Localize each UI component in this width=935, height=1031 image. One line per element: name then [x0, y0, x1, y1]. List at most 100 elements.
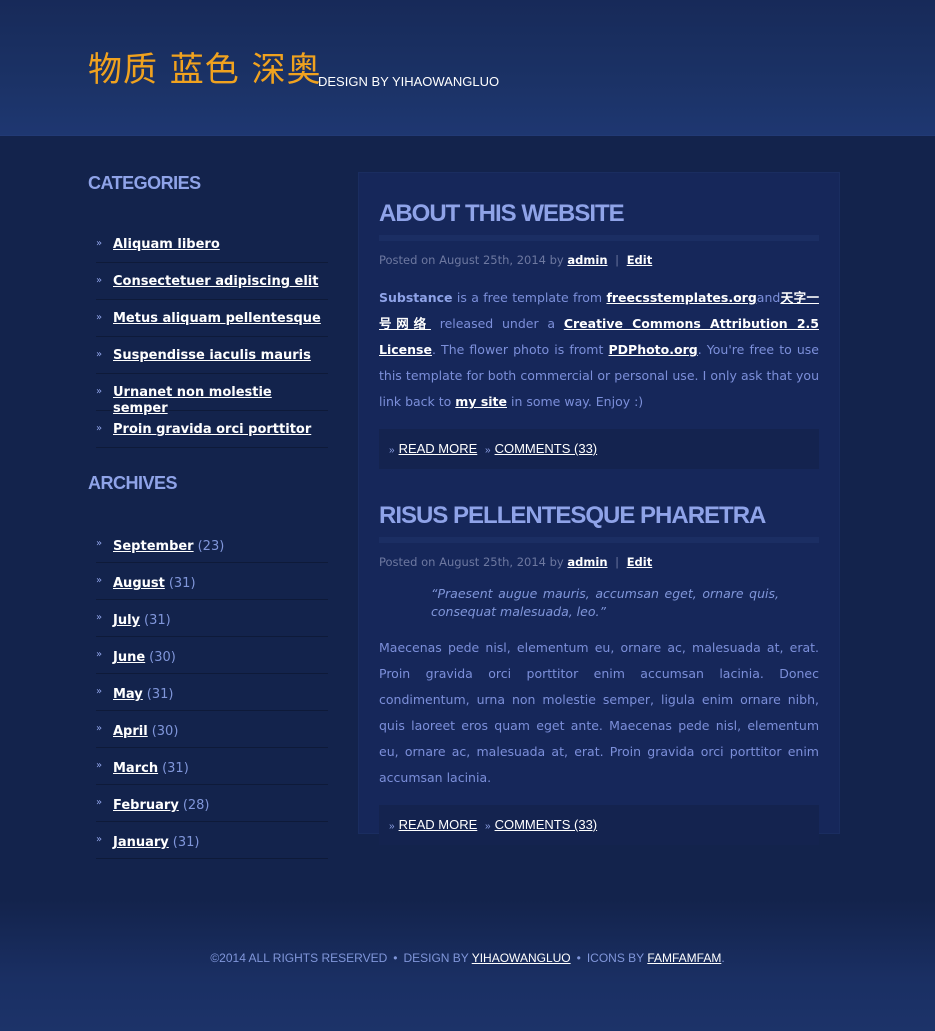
post-meta: Posted on August 25th, 2014 by admin | E… [379, 555, 819, 569]
archive-link[interactable]: June [113, 650, 145, 665]
post-actions: » READ MORE » COMMENTS (33) [379, 429, 819, 469]
post-risus: RISUS PELLENTESQUE PHARETRA Posted on Au… [379, 501, 819, 845]
bullet-icon: » [96, 386, 103, 397]
edit-link[interactable]: Edit [627, 253, 653, 267]
title-divider [379, 537, 819, 543]
footer-end: . [721, 951, 725, 965]
category-link[interactable]: Consectetuer adipiscing elit [113, 274, 318, 290]
archive-link[interactable]: March [113, 761, 158, 776]
archive-count: (28) [182, 798, 210, 813]
body-text: and [756, 290, 781, 305]
post-title[interactable]: RISUS PELLENTESQUE PHARETRA [379, 501, 819, 531]
archive-link[interactable]: April [113, 724, 148, 739]
list-item: » September (23) [96, 526, 328, 563]
copyright: ©2014 ALL RIGHTS RESERVED [210, 951, 388, 965]
bullet-icon: » [96, 575, 103, 586]
archive-count: (31) [168, 576, 196, 591]
meta-separator: | [615, 555, 620, 569]
list-item: » Proin gravida orci porttitor [96, 411, 328, 448]
archive-count: (31) [146, 687, 174, 702]
list-item: » Consectetuer adipiscing elit [96, 263, 328, 300]
comments-link[interactable]: COMMENTS (33) [495, 441, 598, 456]
read-more-action: » READ MORE [389, 442, 477, 458]
bullet-icon: » [96, 797, 103, 808]
bullet-icon: » [96, 423, 103, 434]
archive-count: (30) [151, 724, 179, 739]
meta-separator: | [615, 253, 620, 267]
post-body: Maecenas pede nisl, elementum eu, ornare… [379, 640, 819, 785]
archive-link[interactable]: February [113, 798, 179, 813]
content-panel: ABOUT THIS WEBSITE Posted on August 25th… [358, 172, 840, 845]
bullet-icon: » [96, 686, 103, 697]
categories-list: » Aliquam libero » Consectetuer adipiscing… [88, 226, 328, 448]
footer-dot: • [576, 951, 581, 965]
list-item: » January (31) [96, 822, 328, 859]
category-link[interactable]: Aliquam libero [113, 237, 220, 253]
comments-link[interactable]: COMMENTS (33) [495, 817, 598, 832]
body-text: is a free template from [452, 290, 607, 305]
post-about: ABOUT THIS WEBSITE Posted on August 25th… [379, 199, 819, 469]
post-title[interactable]: ABOUT THIS WEBSITE [379, 199, 819, 229]
list-item: » August (31) [96, 563, 328, 600]
list-item: » Metus aliquam pellentesque [96, 300, 328, 337]
author-link[interactable]: admin [567, 555, 607, 569]
bullet-icon: » [96, 834, 103, 845]
bullet-icon: » [485, 821, 491, 832]
pdphoto-link[interactable]: PDPhoto.org [609, 342, 698, 357]
list-item: » February (28) [96, 785, 328, 822]
sidebar: CATEGORIES » Aliquam libero » Consectetuer… [88, 170, 328, 859]
archive-link[interactable]: May [113, 687, 143, 702]
freecsstemplates-link[interactable]: freecsstemplates.org [606, 290, 756, 305]
bullet-icon: » [96, 349, 103, 360]
list-item: » July (31) [96, 600, 328, 637]
archive-link[interactable]: September [113, 539, 194, 554]
title-divider [379, 235, 819, 241]
category-link[interactable]: Metus aliquam pellentesque [113, 311, 321, 327]
site-footer: ©2014 ALL RIGHTS RESERVED • DESIGN BY YIHA… [0, 900, 935, 1031]
comments-action: » COMMENTS (33) [485, 818, 597, 834]
read-more-link[interactable]: READ MORE [399, 817, 478, 832]
designer-link[interactable]: YIHAOWANGLUO [472, 951, 571, 965]
bullet-icon: » [96, 760, 103, 771]
list-item: » Urnanet non molestie semper [96, 374, 328, 416]
author-link[interactable]: admin [567, 253, 607, 267]
footer-dot: • [393, 951, 398, 965]
edit-link[interactable]: Edit [627, 555, 653, 569]
bullet-icon: » [389, 445, 395, 456]
categories-title: CATEGORIES [88, 173, 201, 193]
post-meta: Posted on August 25th, 2014 by admin | E… [379, 253, 819, 267]
bullet-icon: » [96, 312, 103, 323]
archive-count: (31) [172, 835, 200, 850]
archive-count: (23) [197, 539, 225, 554]
read-more-link[interactable]: READ MORE [399, 441, 478, 456]
body-text: released under a [430, 316, 564, 331]
list-item: » June (30) [96, 637, 328, 674]
bullet-icon: » [485, 445, 491, 456]
icons-by-label: ICONS BY [586, 951, 644, 965]
list-item: » April (30) [96, 711, 328, 748]
site-logo[interactable]: 物质 蓝色 深奥 [88, 50, 322, 90]
bullet-icon: » [96, 275, 103, 286]
design-by-label: DESIGN BY [403, 951, 469, 965]
brand-name: Substance [379, 290, 453, 305]
my-site-link[interactable]: my site [455, 394, 507, 409]
body-text: . The flower photo is fromt [431, 342, 609, 357]
category-link[interactable]: Suspendisse iaculis mauris [113, 348, 311, 364]
archive-link[interactable]: July [113, 613, 140, 628]
archive-count: (31) [162, 761, 189, 776]
category-link[interactable]: Proin gravida orci porttitor [113, 422, 311, 438]
bullet-icon: » [96, 238, 103, 249]
famfamfam-link[interactable]: FAMFAMFAM [647, 951, 721, 965]
archive-link[interactable]: August [113, 576, 165, 591]
archives-list: » September (23) » August (31) » July (31) » Ju… [88, 526, 328, 859]
archive-count: (31) [144, 613, 171, 628]
list-item: » May (31) [96, 674, 328, 711]
list-item: » Aliquam libero [96, 226, 328, 263]
post-actions: » READ MORE » COMMENTS (33) [379, 805, 819, 845]
read-more-action: » READ MORE [389, 818, 477, 834]
archive-link[interactable]: January [113, 835, 169, 850]
post-quote: “Praesent augue mauris, accumsan eget, o… [431, 586, 779, 619]
footer-text: ©2014 ALL RIGHTS RESERVED • DESIGN BY YIHA… [0, 951, 935, 965]
bullet-icon: » [96, 649, 103, 660]
comments-action: » COMMENTS (33) [485, 442, 597, 458]
